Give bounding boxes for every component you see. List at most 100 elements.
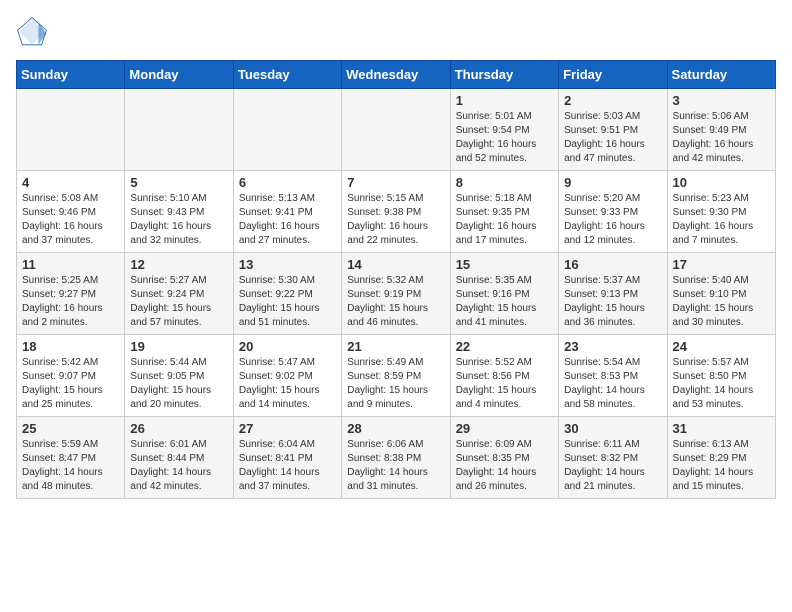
day-info: Sunrise: 5:23 AM Sunset: 9:30 PM Dayligh… [673,192,770,248]
calendar-cell: 3Sunrise: 5:06 AM Sunset: 9:49 PM Daylig… [667,89,775,171]
day-number: 18 [22,339,119,354]
calendar-cell: 28 Sunrise: 6:06 AM Sunset: 8:38 PM Dayli… [342,417,450,499]
calendar-cell: 20 Sunrise: 5:47 AM Sunset: 9:02 PM Dayli… [233,335,341,417]
day-number: 25 [22,421,119,436]
day-info: Sunrise: 5:52 AM Sunset: 8:56 PM Dayligh… [456,356,553,412]
day-number: 14 [347,257,444,272]
logo-icon [16,16,48,48]
day-number: 20 [239,339,336,354]
day-info: Sunrise: 5:44 AM Sunset: 9:05 PM Dayligh… [130,356,227,412]
day-number: 17 [673,257,770,272]
calendar-cell: 31 Sunrise: 6:13 AM Sunset: 8:29 PM Dayli… [667,417,775,499]
calendar-header: SundayMondayTuesdayWednesdayThursdayFrid… [17,61,776,89]
calendar-cell: 11 Sunrise: 5:25 AM Sunset: 9:27 PM Dayli… [17,253,125,335]
day-info: Sunrise: 6:09 AM Sunset: 8:35 PM Dayligh… [456,438,553,494]
calendar-cell: 8 Sunrise: 5:18 AM Sunset: 9:35 PM Daylig… [450,171,558,253]
day-number: 2 [564,93,661,108]
day-info: Sunrise: 5:47 AM Sunset: 9:02 PM Dayligh… [239,356,336,412]
day-number: 12 [130,257,227,272]
calendar-cell: 27 Sunrise: 6:04 AM Sunset: 8:41 PM Dayli… [233,417,341,499]
day-number: 19 [130,339,227,354]
calendar-cell: 9 Sunrise: 5:20 AM Sunset: 9:33 PM Daylig… [559,171,667,253]
calendar-week-row: 1 Sunrise: 5:01 AM Sunset: 9:54 PM Daylig… [17,89,776,171]
calendar-cell: 4 Sunrise: 5:08 AM Sunset: 9:46 PM Daylig… [17,171,125,253]
day-number: 7 [347,175,444,190]
day-number: 29 [456,421,553,436]
header-day: Thursday [450,61,558,89]
day-number: 31 [673,421,770,436]
calendar-cell: 25 Sunrise: 5:59 AM Sunset: 8:47 PM Dayli… [17,417,125,499]
calendar-cell [125,89,233,171]
header-day: Friday [559,61,667,89]
day-info: Sunrise: 5:59 AM Sunset: 8:47 PM Dayligh… [22,438,119,494]
day-number: 9 [564,175,661,190]
calendar-cell: 22 Sunrise: 5:52 AM Sunset: 8:56 PM Dayli… [450,335,558,417]
calendar-week-row: 4 Sunrise: 5:08 AM Sunset: 9:46 PM Daylig… [17,171,776,253]
day-number: 22 [456,339,553,354]
day-info: Sunrise: 5:40 AM Sunset: 9:10 PM Dayligh… [673,274,770,330]
day-number: 8 [456,175,553,190]
page-header [16,16,776,48]
day-info: Sunrise: 5:25 AM Sunset: 9:27 PM Dayligh… [22,274,119,330]
calendar-cell: 14 Sunrise: 5:32 AM Sunset: 9:19 PM Dayli… [342,253,450,335]
day-number: 4 [22,175,119,190]
day-info: Sunrise: 5:49 AM Sunset: 8:59 PM Dayligh… [347,356,444,412]
day-number: 30 [564,421,661,436]
calendar-cell: 16Sunrise: 5:37 AM Sunset: 9:13 PM Dayli… [559,253,667,335]
calendar-cell: 23 Sunrise: 5:54 AM Sunset: 8:53 PM Dayli… [559,335,667,417]
day-number: 21 [347,339,444,354]
day-number: 5 [130,175,227,190]
day-number: 28 [347,421,444,436]
day-info: Sunrise: 5:27 AM Sunset: 9:24 PM Dayligh… [130,274,227,330]
header-day: Saturday [667,61,775,89]
day-number: 1 [456,93,553,108]
day-number: 23 [564,339,661,354]
calendar-cell: 18 Sunrise: 5:42 AM Sunset: 9:07 PM Dayli… [17,335,125,417]
day-info: Sunrise: 5:42 AM Sunset: 9:07 PM Dayligh… [22,356,119,412]
calendar-cell: 13 Sunrise: 5:30 AM Sunset: 9:22 PM Dayli… [233,253,341,335]
day-info: Sunrise: 6:04 AM Sunset: 8:41 PM Dayligh… [239,438,336,494]
day-info: Sunrise: 5:54 AM Sunset: 8:53 PM Dayligh… [564,356,661,412]
day-info: Sunrise: 6:13 AM Sunset: 8:29 PM Dayligh… [673,438,770,494]
calendar-cell [17,89,125,171]
header-day: Wednesday [342,61,450,89]
calendar-cell: 2 Sunrise: 5:03 AM Sunset: 9:51 PM Daylig… [559,89,667,171]
day-number: 13 [239,257,336,272]
day-info: Sunrise: 5:15 AM Sunset: 9:38 PM Dayligh… [347,192,444,248]
calendar-week-row: 25 Sunrise: 5:59 AM Sunset: 8:47 PM Dayli… [17,417,776,499]
day-info: Sunrise: 5:37 AM Sunset: 9:13 PM Dayligh… [564,274,661,330]
calendar-cell: 17 Sunrise: 5:40 AM Sunset: 9:10 PM Dayli… [667,253,775,335]
logo [16,16,52,48]
day-info: Sunrise: 5:06 AM Sunset: 9:49 PM Dayligh… [673,110,770,166]
day-info: Sunrise: 6:06 AM Sunset: 8:38 PM Dayligh… [347,438,444,494]
calendar-week-row: 18 Sunrise: 5:42 AM Sunset: 9:07 PM Dayli… [17,335,776,417]
calendar-week-row: 11 Sunrise: 5:25 AM Sunset: 9:27 PM Dayli… [17,253,776,335]
header-day: Tuesday [233,61,341,89]
day-info: Sunrise: 5:03 AM Sunset: 9:51 PM Dayligh… [564,110,661,166]
day-number: 15 [456,257,553,272]
day-info: Sunrise: 5:32 AM Sunset: 9:19 PM Dayligh… [347,274,444,330]
day-number: 27 [239,421,336,436]
day-number: 24 [673,339,770,354]
calendar-cell: 1 Sunrise: 5:01 AM Sunset: 9:54 PM Daylig… [450,89,558,171]
calendar-cell: 29 Sunrise: 6:09 AM Sunset: 8:35 PM Dayli… [450,417,558,499]
calendar-cell [233,89,341,171]
calendar-cell: 5 Sunrise: 5:10 AM Sunset: 9:43 PM Daylig… [125,171,233,253]
calendar-cell: 6Sunrise: 5:13 AM Sunset: 9:41 PM Daylig… [233,171,341,253]
calendar-cell: 21 Sunrise: 5:49 AM Sunset: 8:59 PM Dayli… [342,335,450,417]
calendar-cell [342,89,450,171]
header-row: SundayMondayTuesdayWednesdayThursdayFrid… [17,61,776,89]
header-day: Monday [125,61,233,89]
day-number: 11 [22,257,119,272]
day-info: Sunrise: 5:57 AM Sunset: 8:50 PM Dayligh… [673,356,770,412]
day-info: Sunrise: 5:18 AM Sunset: 9:35 PM Dayligh… [456,192,553,248]
calendar-cell: 19 Sunrise: 5:44 AM Sunset: 9:05 PM Dayli… [125,335,233,417]
day-info: Sunrise: 5:10 AM Sunset: 9:43 PM Dayligh… [130,192,227,248]
day-info: Sunrise: 5:30 AM Sunset: 9:22 PM Dayligh… [239,274,336,330]
day-info: Sunrise: 5:08 AM Sunset: 9:46 PM Dayligh… [22,192,119,248]
calendar-cell: 12 Sunrise: 5:27 AM Sunset: 9:24 PM Dayli… [125,253,233,335]
header-day: Sunday [17,61,125,89]
day-info: Sunrise: 5:20 AM Sunset: 9:33 PM Dayligh… [564,192,661,248]
day-info: Sunrise: 5:01 AM Sunset: 9:54 PM Dayligh… [456,110,553,166]
day-number: 6 [239,175,336,190]
